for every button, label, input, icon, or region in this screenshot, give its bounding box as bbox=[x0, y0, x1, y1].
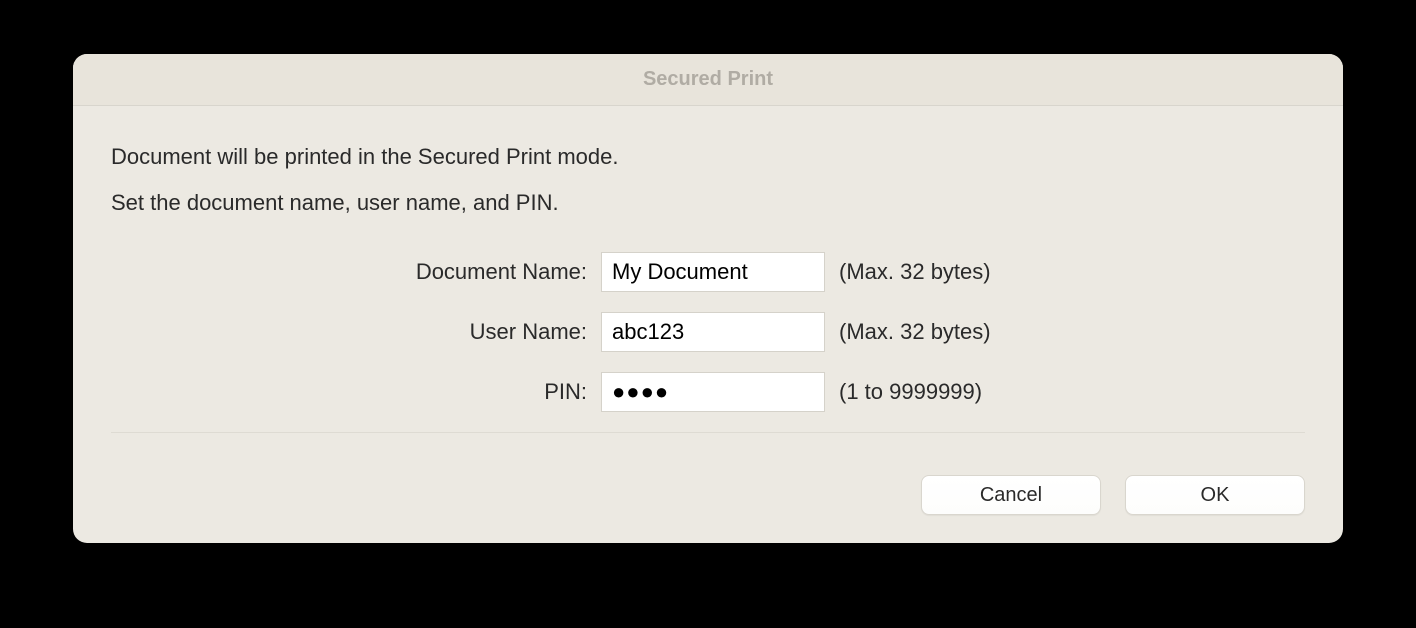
user-name-row: User Name: (Max. 32 bytes) bbox=[111, 312, 1305, 352]
document-name-hint: (Max. 32 bytes) bbox=[839, 259, 991, 285]
pin-row: PIN: ●●●● (1 to 9999999) bbox=[111, 372, 1305, 412]
user-name-label: User Name: bbox=[111, 319, 601, 345]
pin-input[interactable]: ●●●● bbox=[601, 372, 825, 412]
document-name-label: Document Name: bbox=[111, 259, 601, 285]
divider bbox=[111, 432, 1305, 433]
cancel-button[interactable]: Cancel bbox=[921, 475, 1101, 515]
user-name-hint: (Max. 32 bytes) bbox=[839, 319, 991, 345]
dialog-button-row: Cancel OK bbox=[73, 475, 1343, 543]
pin-masked-value: ●●●● bbox=[612, 379, 669, 405]
dialog-content: Document will be printed in the Secured … bbox=[73, 106, 1343, 475]
intro-line-2: Set the document name, user name, and PI… bbox=[111, 190, 1305, 216]
dialog-titlebar: Secured Print bbox=[73, 54, 1343, 106]
dialog-title: Secured Print bbox=[643, 68, 773, 90]
document-name-input[interactable] bbox=[601, 252, 825, 292]
secured-print-dialog: Secured Print Document will be printed i… bbox=[73, 54, 1343, 543]
pin-hint: (1 to 9999999) bbox=[839, 379, 982, 405]
document-name-row: Document Name: (Max. 32 bytes) bbox=[111, 252, 1305, 292]
intro-line-1: Document will be printed in the Secured … bbox=[111, 144, 1305, 170]
pin-label: PIN: bbox=[111, 379, 601, 405]
ok-button[interactable]: OK bbox=[1125, 475, 1305, 515]
user-name-input[interactable] bbox=[601, 312, 825, 352]
